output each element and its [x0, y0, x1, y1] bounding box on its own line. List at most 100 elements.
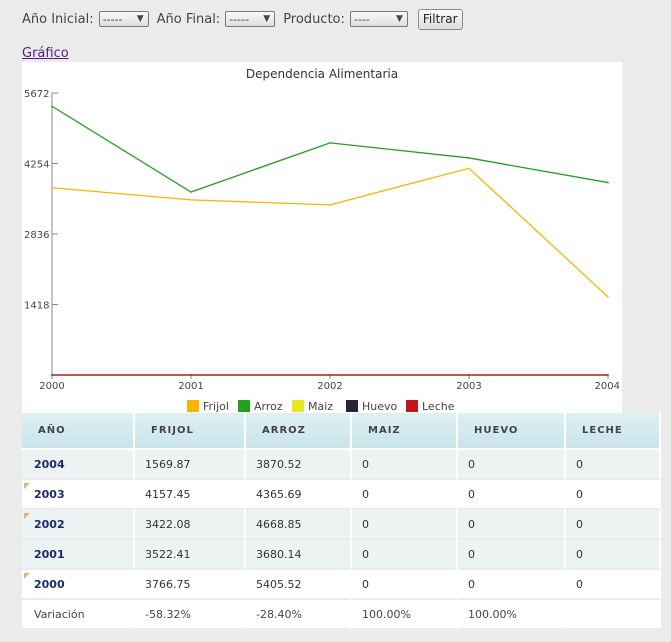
cell-huevo: 0 — [458, 510, 566, 540]
year-link[interactable]: 2001 — [22, 540, 135, 570]
chevron-down-icon: ▼ — [395, 14, 403, 24]
chart-svg: Dependencia Alimentaria 1418 2836 4254 5672 2… — [24, 67, 620, 413]
cell-leche: 0 — [566, 450, 661, 480]
y-tick-label: 5672 — [24, 89, 49, 100]
data-point-frijol — [190, 199, 192, 201]
legend-swatch-leche — [406, 400, 418, 412]
x-tick-label: 2003 — [456, 381, 481, 392]
data-point-frijol — [468, 167, 470, 170]
series-line-frijol — [51, 167, 609, 298]
legend-label-huevo: Huevo — [362, 400, 398, 413]
cell-frijol: 4157.45 — [135, 480, 246, 510]
header-frijol[interactable]: FRIJOL — [135, 413, 246, 450]
cell-frijol: 3422.08 — [135, 510, 246, 540]
year-link[interactable]: 2003 — [22, 480, 135, 510]
header-huevo[interactable]: HUEVO — [458, 413, 566, 450]
data-table: AÑO FRIJOL ARROZ MAIZ HUEVO LECHE 2004 1… — [22, 413, 661, 630]
y-tick-label: 4254 — [24, 160, 49, 171]
cell-frijol: 3522.41 — [135, 540, 246, 570]
start-year-value: ----- — [102, 12, 123, 26]
cell-frijol: 1569.87 — [135, 450, 246, 480]
chart-link[interactable]: Gráfico — [22, 46, 69, 61]
x-tick-label: 2001 — [178, 381, 203, 392]
cell-maiz: 0 — [352, 450, 458, 480]
legend-swatch-maiz — [292, 400, 304, 412]
legend-label-leche: Leche — [422, 400, 455, 413]
header-leche[interactable]: LECHE — [566, 413, 661, 450]
chart-title: Dependencia Alimentaria — [246, 67, 398, 81]
header-arroz[interactable]: ARROZ — [246, 413, 352, 450]
variation-maiz: 100.00% — [352, 600, 458, 630]
legend-swatch-huevo — [346, 400, 358, 412]
table-row: 2001 3522.41 3680.14 0 0 0 — [22, 540, 661, 570]
variation-arroz: -28.40% — [246, 600, 352, 630]
chevron-down-icon: ▼ — [136, 14, 144, 24]
variation-label: Variación — [22, 600, 135, 630]
cell-huevo: 0 — [458, 450, 566, 480]
y-tick-label: 2836 — [24, 230, 49, 241]
cell-leche: 0 — [566, 570, 661, 600]
year-link[interactable]: 2004 — [22, 450, 135, 480]
data-point-leche — [468, 374, 470, 376]
start-year-select[interactable]: ----- ▼ — [98, 11, 149, 27]
data-point-leche — [329, 374, 331, 376]
data-point-arroz — [329, 142, 331, 144]
header-year[interactable]: AÑO — [22, 413, 135, 450]
variation-leche — [566, 600, 661, 630]
cell-huevo: 0 — [458, 480, 566, 510]
data-point-arroz — [51, 105, 53, 108]
x-tick-label: 2000 — [39, 381, 64, 392]
y-tick-label: 1418 — [24, 301, 49, 312]
variation-row: Variación -58.32% -28.40% 100.00% 100.00… — [22, 600, 661, 630]
end-year-label: Año Final: — [156, 11, 221, 27]
data-point-arroz — [468, 157, 470, 159]
cell-arroz: 3680.14 — [246, 540, 352, 570]
year-link[interactable]: 2000 — [22, 570, 135, 600]
data-point-arroz — [607, 181, 609, 184]
cell-arroz: 5405.52 — [246, 570, 352, 600]
legend-swatch-arroz — [238, 400, 250, 412]
cell-arroz: 4668.85 — [246, 510, 352, 540]
legend-label-maiz: Maiz — [308, 400, 333, 413]
product-label: Producto: — [283, 11, 345, 27]
cell-maiz: 0 — [352, 540, 458, 570]
filter-button[interactable]: Filtrar — [417, 8, 463, 30]
cell-arroz: 3870.52 — [246, 450, 352, 480]
data-point-frijol — [51, 186, 53, 189]
x-tick-label: 2002 — [317, 381, 342, 392]
end-year-select[interactable]: ----- ▼ — [225, 11, 276, 27]
series-line-arroz — [51, 105, 609, 193]
cell-leche: 0 — [566, 480, 661, 510]
table-header-row: AÑO FRIJOL ARROZ MAIZ HUEVO LECHE — [22, 413, 661, 450]
cell-arroz: 4365.69 — [246, 480, 352, 510]
cell-maiz: 0 — [352, 510, 458, 540]
start-year-label: Año Inicial: — [22, 11, 94, 27]
data-point-frijol — [329, 204, 331, 206]
year-link[interactable]: 2002 — [22, 510, 135, 540]
filter-bar: Año Inicial: ----- ▼ Año Final: ----- ▼ … — [22, 8, 463, 30]
variation-huevo: 100.00% — [458, 600, 566, 630]
header-maiz[interactable]: MAIZ — [352, 413, 458, 450]
table-row: 2004 1569.87 3870.52 0 0 0 — [22, 450, 661, 480]
cell-huevo: 0 — [458, 540, 566, 570]
cell-maiz: 0 — [352, 480, 458, 510]
cell-leche: 0 — [566, 510, 661, 540]
cell-frijol: 3766.75 — [135, 570, 246, 600]
table-row: 2003 4157.45 4365.69 0 0 0 — [22, 480, 661, 510]
table-row: 2000 3766.75 5405.52 0 0 0 — [22, 570, 661, 600]
data-point-leche — [607, 374, 609, 376]
table-row: 2002 3422.08 4668.85 0 0 0 — [22, 510, 661, 540]
chevron-down-icon: ▼ — [263, 14, 271, 24]
data-point-arroz — [190, 191, 192, 193]
product-select[interactable]: ---- ▼ — [349, 11, 408, 27]
cell-leche: 0 — [566, 540, 661, 570]
data-point-leche — [51, 374, 53, 376]
legend-label-frijol: Frijol — [203, 400, 229, 413]
variation-frijol: -58.32% — [135, 600, 246, 630]
data-point-frijol — [607, 296, 609, 298]
cell-huevo: 0 — [458, 570, 566, 600]
product-value: ---- — [353, 12, 370, 26]
line-chart: Dependencia Alimentaria 1418 2836 4254 5672 2… — [22, 62, 622, 413]
data-point-leche — [190, 374, 192, 376]
cell-maiz: 0 — [352, 570, 458, 600]
